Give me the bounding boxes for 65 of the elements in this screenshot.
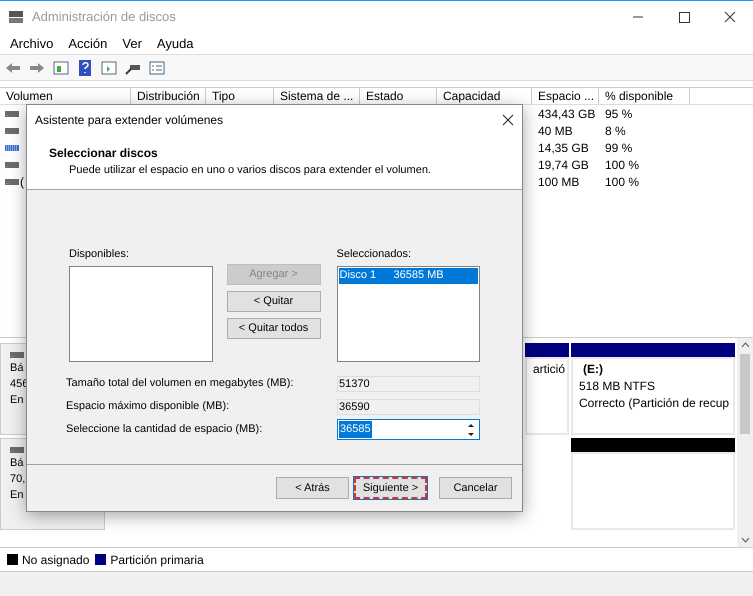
move-button[interactable]: < Quitar [226,291,320,312]
table-cell-text: 434,43 GB [537,106,596,122]
table-cell-text: 14,35 GB [537,140,590,156]
partition-body[interactable]: (E:) 518 MB NTFS Correcto (Partición de recup [571,357,735,435]
disk-label-text: Bá [10,361,24,376]
table-cell-text: 19,74 GB [537,156,590,174]
drive-icon [10,350,24,360]
table-cell-text: 95 % [604,106,632,122]
disk-label-text: 70, [10,472,26,487]
scrollbar[interactable] [737,338,753,547]
dialog-button[interactable]: Cancelar [439,477,512,499]
menu-item[interactable]: Ver [117,34,147,54]
window-title: Administración de discos [32,8,176,26]
disk-management-icon [8,10,24,24]
wizard-subtitle: Puede utilizar el espacio en uno o varios discos para extender el volumen. [68,163,432,178]
field-label: Espacio máximo disponible (MB): [66,399,230,414]
drive-icon [5,160,19,170]
column-header[interactable]: Espacio ... [532,88,599,104]
legend-label: No asignado [22,552,90,568]
partition-text: artició [533,361,566,378]
table-cell-text: ( [20,174,24,190]
drive-icon [10,445,24,455]
wizard-heading: Seleccionar discos [49,145,159,162]
close-icon[interactable] [502,114,514,126]
checklist-icon[interactable] [148,58,166,76]
field-label: Seleccione la cantidad de espacio (MB): [66,422,264,438]
list-item[interactable]: Disco 1 36585 MB [338,268,478,284]
table-cell-text: 100 % [604,156,640,174]
dialog-button[interactable]: Siguiente > [354,477,427,499]
readonly-field: 36590 [337,398,480,414]
table-cell-text: 99 % [604,140,632,156]
table-cell-text: 40 MB [537,122,574,140]
available-list[interactable] [69,266,212,362]
panel-icon[interactable] [100,58,118,76]
drive-icon [5,126,19,136]
disk-label-text: Bá [10,456,24,471]
readonly-field: 51370 [337,376,480,392]
legend-label: Partición primaria [110,552,204,568]
disk-label-text: En [10,393,24,408]
move-button[interactable]: < Quitar todos [226,318,320,339]
available-label: Disponibles: [69,247,130,262]
field-label: Tamaño total del volumen en megabytes (MB): [66,376,294,392]
panel-icon[interactable] [52,58,70,76]
scrollbar-thumb[interactable] [740,354,750,434]
dialog-button[interactable]: < Atrás [276,477,349,499]
column-header[interactable]: % disponible [599,88,690,104]
menu-item[interactable]: Acción [63,34,112,54]
partition-text: (E:) [582,361,604,378]
selected-list[interactable]: Disco 1 36585 MB [336,266,480,362]
striped-volume-icon [5,142,19,152]
partition-text: Correcto (Partición de recup [579,395,730,412]
drive-icon [5,176,19,186]
drive-icon [5,108,19,118]
spin-field[interactable]: 36585 [337,419,480,440]
menu-item[interactable]: Archivo [5,34,58,54]
table-cell-text: 8 % [604,122,626,140]
table-cell-text: 100 MB [537,174,580,190]
disk-label-text: En [10,488,24,503]
dialog-title: Asistente para extender volúmenes [35,112,224,128]
partition-body[interactable]: artició [525,357,569,435]
table-cell-text: 100 % [604,174,640,190]
selected-label: Seleccionados: [336,247,412,262]
partition-text: 518 MB NTFS [579,378,656,395]
help-icon[interactable] [76,58,94,76]
menu-item[interactable]: Ayuda [152,34,199,54]
